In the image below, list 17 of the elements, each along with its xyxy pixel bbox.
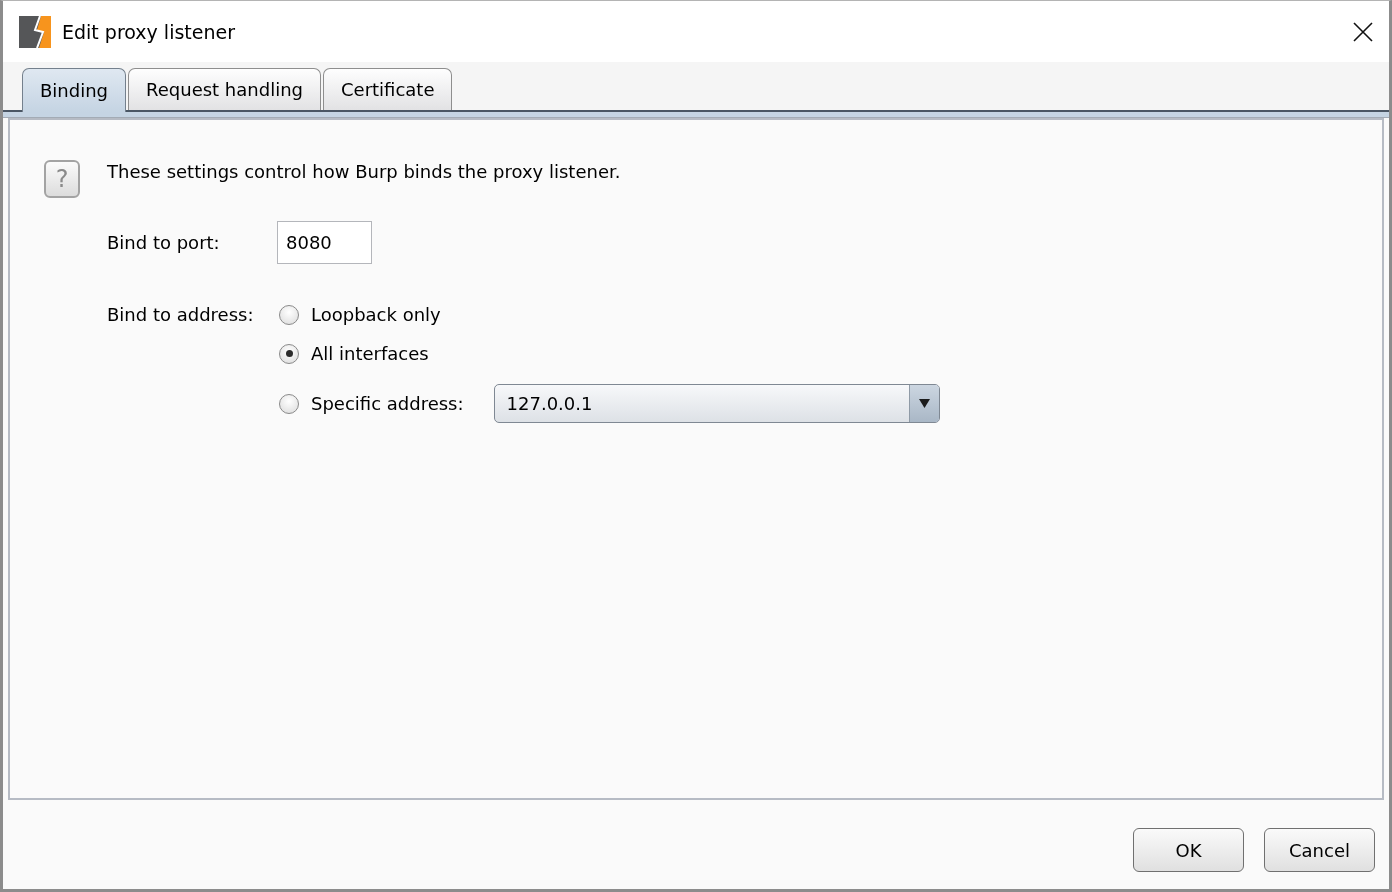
dialog-button[interactable]: Cancel [1264, 828, 1375, 872]
caret-down-icon [908, 385, 939, 422]
tab[interactable]: Binding [22, 68, 127, 112]
lightning-logo-icon [19, 15, 51, 48]
address-label: Bind to address: [107, 303, 255, 327]
window-title: Edit proxy listener [62, 20, 235, 43]
description-text: These settings control how Burp binds the proxy listener. [107, 160, 622, 184]
radio-option[interactable]: Specific address: [277, 393, 464, 414]
port-label: Bind to port: [107, 231, 221, 255]
port-input[interactable]: 8080 [277, 221, 372, 264]
tab[interactable]: Certificate [323, 68, 453, 110]
tab[interactable]: Request handling [128, 68, 321, 110]
radio-option[interactable]: All interfaces [277, 343, 429, 364]
dialog-button[interactable]: OK [1133, 828, 1244, 872]
radio-option[interactable]: Loopback only [277, 304, 441, 325]
close-icon [1353, 21, 1373, 42]
address-dropdown[interactable]: 127.0.0.1 [493, 384, 940, 423]
